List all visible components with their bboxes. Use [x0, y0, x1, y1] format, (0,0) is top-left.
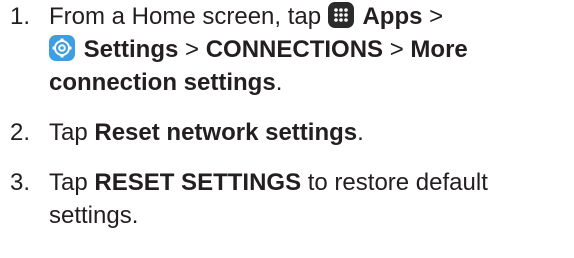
reset-settings-label: RESET SETTINGS — [94, 169, 302, 196]
step-number: 2. — [10, 119, 31, 146]
apps-grid-icon — [327, 2, 354, 28]
step-number: 1. — [10, 3, 31, 30]
step-3: 3. Tap RESET SETTINGS to restore default … — [10, 166, 570, 232]
reset-network-settings-label: Reset network settings — [94, 119, 358, 146]
separator: > — [429, 3, 444, 30]
instruction-steps: 1. From a Home screen, tap Apps > Setting… — [10, 0, 570, 232]
connections-label: CONNECTIONS — [205, 36, 384, 63]
step-1: 1. From a Home screen, tap Apps > Setting… — [10, 0, 570, 99]
step-text: Tap — [49, 169, 88, 196]
step-text: Tap — [49, 119, 88, 146]
separator: > — [389, 36, 404, 63]
step-end-punctuation: . — [275, 69, 283, 96]
settings-gear-icon — [49, 35, 75, 61]
apps-label: Apps — [362, 3, 423, 30]
step-text: From a Home screen, tap — [49, 3, 322, 30]
step-number: 3. — [10, 169, 31, 196]
step-end-punctuation: . — [357, 119, 364, 146]
step-2: 2. Tap Reset network settings. — [10, 116, 570, 149]
separator: > — [185, 36, 200, 63]
settings-label: Settings — [83, 36, 179, 63]
